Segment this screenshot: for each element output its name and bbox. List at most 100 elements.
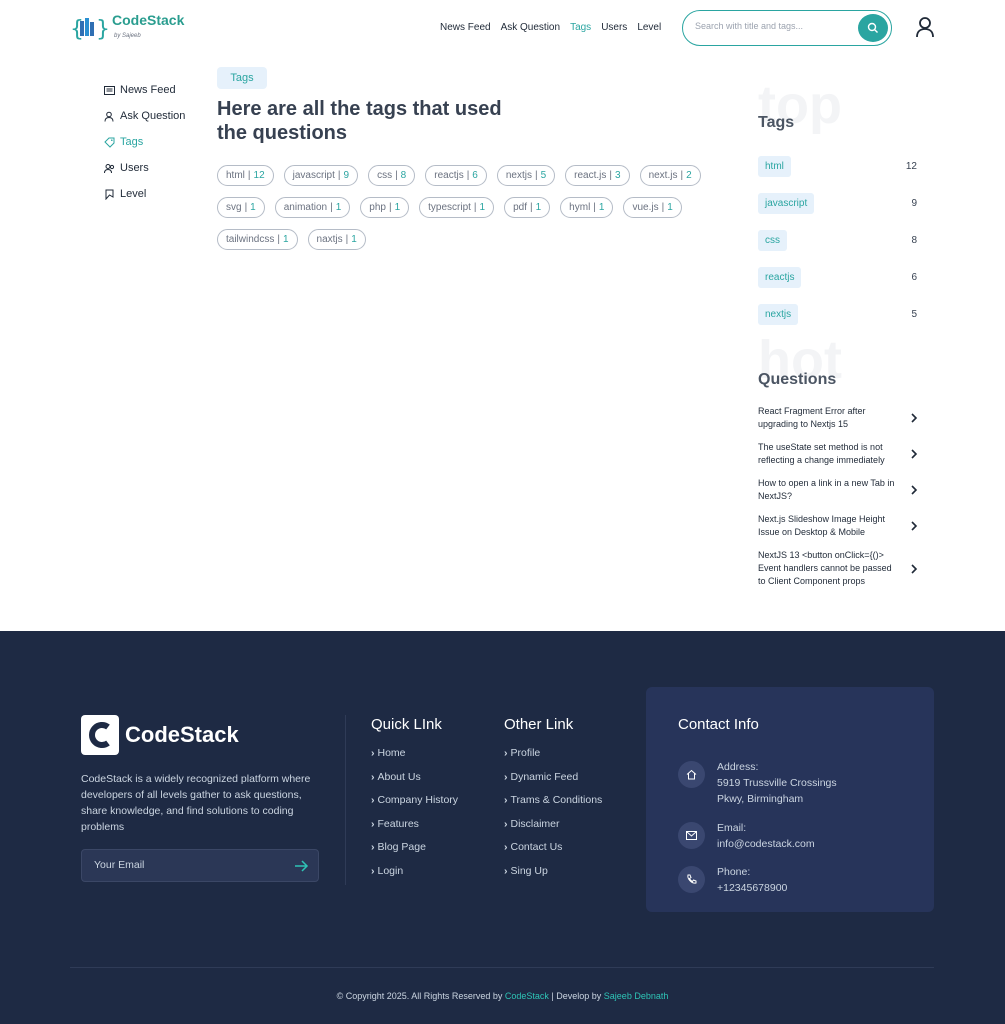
tag-name: reactjs xyxy=(434,170,464,181)
tag-name: next.js xyxy=(648,170,678,181)
address-line-2: Pkwy, Birmingham xyxy=(717,793,804,805)
tag-chip[interactable]: javascript | 9 xyxy=(283,165,359,186)
page-badge: Tags xyxy=(217,67,267,89)
email-label: Email: xyxy=(717,822,747,834)
footer-logo[interactable]: CodeStack xyxy=(81,715,239,755)
email-value[interactable]: info@codestack.com xyxy=(717,836,815,852)
tag-chip[interactable]: svg | 1 xyxy=(217,197,265,218)
hot-question-item[interactable]: Next.js Slideshow Image Height Issue on … xyxy=(758,513,918,539)
tag-count: 1 xyxy=(479,202,486,213)
topnav-users[interactable]: Users xyxy=(601,22,627,33)
phone-value[interactable]: +12345678900 xyxy=(717,880,787,896)
top-nav: News Feed Ask Question Tags Users Level xyxy=(440,22,661,33)
tag-chip[interactable]: reactjs | 6 xyxy=(425,165,487,186)
footer-link-sign-up[interactable]: › Sing Up xyxy=(504,865,602,889)
footer-link-terms[interactable]: › Trams & Conditions xyxy=(504,794,602,818)
footer-description: CodeStack is a widely recognized platfor… xyxy=(81,773,311,833)
search-input[interactable] xyxy=(695,21,855,31)
topnav-ask-question[interactable]: Ask Question xyxy=(501,22,560,33)
tag-chip[interactable]: html | 12 xyxy=(217,165,274,186)
hot-question-item[interactable]: React Fragment Error after upgrading to … xyxy=(758,405,918,431)
topnav-news-feed[interactable]: News Feed xyxy=(440,22,491,33)
hot-questions-title: Questions xyxy=(758,371,837,388)
hot-question-text: NextJS 13 <button onClick={()> Event han… xyxy=(758,550,892,586)
top-tag-row[interactable]: html 12 xyxy=(758,148,918,185)
left-sidebar: News Feed Ask Question Tags Users Level xyxy=(104,77,185,207)
footer-link-home[interactable]: › Home xyxy=(371,747,458,771)
tag-chip[interactable]: php | 1 xyxy=(360,197,410,218)
copyright-author-link[interactable]: Sajeeb Debnath xyxy=(604,991,669,1001)
tag-count: 1 xyxy=(250,202,256,213)
tag-chip[interactable]: naxtjs | 1 xyxy=(307,229,366,250)
tag-chip[interactable]: next.js | 2 xyxy=(639,165,701,186)
search-icon xyxy=(867,22,878,33)
tag-chip[interactable]: hyml | 1 xyxy=(560,197,614,218)
tag-name: naxtjs xyxy=(316,234,343,245)
arrow-right-icon[interactable] xyxy=(294,859,309,873)
chevron-right-icon xyxy=(911,563,918,574)
search-box xyxy=(682,10,892,46)
topnav-tags[interactable]: Tags xyxy=(570,22,591,33)
sidebar-item-users[interactable]: Users xyxy=(104,155,185,181)
tag-name: html xyxy=(226,170,245,181)
chevron-right-icon xyxy=(911,485,918,495)
contact-info-card: Contact Info Address: 5919 Trussville Cr… xyxy=(646,687,934,912)
tag-chip[interactable]: css | 8 xyxy=(368,165,416,186)
tag-count: 1 xyxy=(351,234,357,245)
tag-name: svg xyxy=(226,202,242,213)
tag-chip[interactable]: vue.js | 1 xyxy=(623,197,682,218)
footer-link-login[interactable]: › Login xyxy=(371,865,458,889)
footer-link-features[interactable]: › Features xyxy=(371,818,458,842)
phone-icon xyxy=(678,866,705,893)
footer-logo-mark xyxy=(81,715,119,755)
tag-chip[interactable]: nextjs | 5 xyxy=(496,165,556,186)
top-tag-row[interactable]: css 8 xyxy=(758,222,918,259)
footer-link-company-history[interactable]: › Company History xyxy=(371,794,458,818)
top-tag-row[interactable]: javascript 9 xyxy=(758,185,918,222)
top-tag-row[interactable]: reactjs 6 xyxy=(758,259,918,296)
tag-chip[interactable]: typescript | 1 xyxy=(419,197,495,218)
newsletter-email-input[interactable] xyxy=(94,859,274,871)
footer-link-blog-page[interactable]: › Blog Page xyxy=(371,841,458,865)
footer-link-profile[interactable]: › Profile xyxy=(504,747,602,771)
hot-question-item[interactable]: How to open a link in a new Tab in NextJ… xyxy=(758,477,918,503)
sidebar-item-news-feed[interactable]: News Feed xyxy=(104,77,185,103)
brand-byline: by Sajeeb xyxy=(114,33,141,39)
phone-label: Phone: xyxy=(717,866,751,878)
mail-icon xyxy=(678,822,705,849)
tag-chip[interactable]: tailwindcss | 1 xyxy=(217,229,298,250)
top-tag-name: reactjs xyxy=(758,267,802,288)
topnav-level[interactable]: Level xyxy=(637,22,661,33)
footer-divider xyxy=(345,715,346,885)
page-title: Here are all the tags that used the ques… xyxy=(217,98,502,144)
top-tag-row[interactable]: nextjs 5 xyxy=(758,296,918,333)
footer: CodeStack CodeStack is a widely recogniz… xyxy=(0,631,1005,1024)
footer-link-dynamic-feed[interactable]: › Dynamic Feed xyxy=(504,771,602,795)
hot-question-item[interactable]: NextJS 13 <button onClick={()> Event han… xyxy=(758,549,918,588)
copyright-prefix: © Copyright 2025. All Rights Reserved by xyxy=(336,991,503,1001)
sidebar-item-level[interactable]: Level xyxy=(104,181,185,207)
search-button[interactable] xyxy=(858,14,888,42)
tag-chip[interactable]: animation | 1 xyxy=(274,197,351,218)
top-tags-title: Tags xyxy=(758,114,795,131)
site-logo[interactable]: { } CodeStack by Sajeeb xyxy=(70,13,184,43)
tag-name: typescript xyxy=(428,202,471,213)
tag-count: 1 xyxy=(394,202,401,213)
sidebar-item-tags[interactable]: Tags xyxy=(104,129,185,155)
footer-link-about-us[interactable]: › About Us xyxy=(371,771,458,795)
copyright: © Copyright 2025. All Rights Reserved by… xyxy=(0,991,1005,1001)
copyright-mid: | Develop by xyxy=(551,991,602,1001)
copyright-brand-link[interactable]: CodeStack xyxy=(505,991,549,1001)
user-profile-icon[interactable] xyxy=(914,16,936,38)
tag-name: tailwindcss xyxy=(226,234,275,245)
tag-name: pdf xyxy=(513,202,527,213)
tag-count: 8 xyxy=(400,170,407,181)
tag-chip[interactable]: pdf | 1 xyxy=(504,197,551,218)
home-icon xyxy=(678,761,705,788)
footer-link-contact-us[interactable]: › Contact Us xyxy=(504,841,602,865)
hot-question-item[interactable]: The useState set method is not reflectin… xyxy=(758,441,918,467)
tag-chip[interactable]: react.js | 3 xyxy=(565,165,630,186)
hot-questions-list: React Fragment Error after upgrading to … xyxy=(758,405,918,598)
sidebar-item-ask-question[interactable]: Ask Question xyxy=(104,103,185,129)
footer-link-disclaimer[interactable]: › Disclaimer xyxy=(504,818,602,842)
